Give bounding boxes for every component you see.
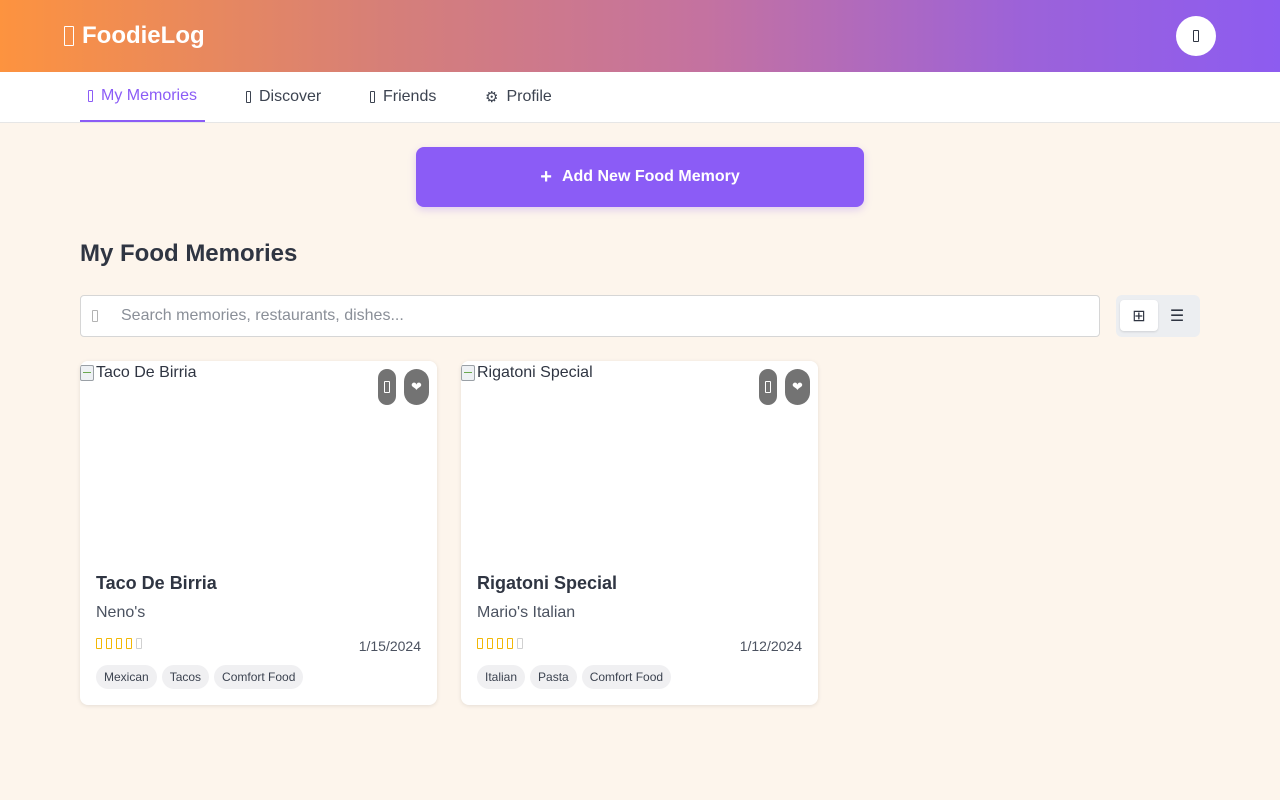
tag[interactable]: Italian <box>477 665 526 689</box>
favorite-button[interactable]: ❤ <box>404 369 429 405</box>
grid-view-button[interactable]: ⊞ <box>1120 300 1158 331</box>
grid-icon: ⊞ <box>1132 307 1146 325</box>
rating-stars <box>96 638 142 649</box>
search-icon <box>92 310 98 322</box>
restaurant-name: Mario's Italian <box>477 604 576 621</box>
user-icon <box>1193 30 1199 42</box>
heart-icon: ❤ <box>792 379 803 394</box>
tab-profile[interactable]: ⚙ Profile <box>477 72 560 122</box>
broken-image-icon <box>80 365 94 381</box>
tag[interactable]: Pasta <box>530 665 577 689</box>
gear-icon: ⚙ <box>485 89 499 106</box>
star-empty-icon <box>136 638 142 649</box>
rating-stars <box>477 638 523 649</box>
tab-my-memories[interactable]: My Memories <box>80 72 206 122</box>
heart-icon: ❤ <box>411 379 422 394</box>
add-memory-label: Add New Food Memory <box>561 168 740 185</box>
photo-button[interactable] <box>378 369 396 405</box>
restaurant-name: Neno's <box>96 604 146 621</box>
search-input[interactable] <box>121 296 1091 336</box>
memory-date: 1/12/2024 <box>739 638 802 654</box>
app-logo[interactable]: FoodieLog <box>64 22 205 50</box>
memory-date: 1/15/2024 <box>358 638 421 654</box>
search-bar <box>80 295 1100 337</box>
memory-title: Taco De Birria <box>96 573 217 593</box>
star-empty-icon <box>517 638 523 649</box>
star-icon <box>487 638 493 649</box>
tab-label: Friends <box>383 88 437 105</box>
tab-friends[interactable]: Friends <box>362 72 444 122</box>
star-icon <box>116 638 122 649</box>
tag[interactable]: Tacos <box>161 665 210 689</box>
star-icon <box>477 638 483 649</box>
users-icon <box>370 91 375 103</box>
tag[interactable]: Comfort Food <box>214 665 304 689</box>
user-menu-button[interactable] <box>1176 16 1216 56</box>
tab-discover[interactable]: Discover <box>238 72 329 122</box>
tag-list: Italian Pasta Comfort Food <box>477 665 672 689</box>
photo-button[interactable] <box>759 369 777 405</box>
star-icon <box>96 638 102 649</box>
star-icon <box>126 638 132 649</box>
main-nav: My Memories Discover Friends ⚙ Profile <box>0 72 1280 123</box>
broken-image-icon <box>461 365 475 381</box>
tag[interactable]: Mexican <box>96 665 157 689</box>
app-title: FoodieLog <box>82 22 205 49</box>
view-toggle: ⊞ ☰ <box>1116 295 1200 337</box>
broken-image-placeholder: Rigatoni Special <box>461 364 593 382</box>
memory-title: Rigatoni Special <box>477 573 618 593</box>
tag[interactable]: Comfort Food <box>581 665 672 689</box>
app-header: FoodieLog <box>0 0 1280 72</box>
camera-icon <box>765 381 771 393</box>
star-icon <box>497 638 503 649</box>
tab-label: Profile <box>506 88 552 105</box>
star-icon <box>106 638 112 649</box>
broken-image-placeholder: Taco De Birria <box>80 364 196 382</box>
memory-card[interactable]: Taco De Birria ❤ Taco De Birria Neno's 1… <box>80 361 437 705</box>
tab-label: My Memories <box>101 87 198 104</box>
star-icon <box>507 638 513 649</box>
list-view-button[interactable]: ☰ <box>1158 300 1196 331</box>
page-title: My Food Memories <box>80 240 298 267</box>
image-alt-text: Rigatoni Special <box>477 364 593 381</box>
food-icon <box>64 26 74 46</box>
compass-icon <box>246 91 251 103</box>
tab-label: Discover <box>259 88 322 105</box>
image-alt-text: Taco De Birria <box>96 364 197 381</box>
list-icon: ☰ <box>1169 307 1185 325</box>
camera-icon <box>384 381 390 393</box>
tag-list: Mexican Tacos Comfort Food <box>96 665 304 689</box>
memory-card[interactable]: Rigatoni Special ❤ Rigatoni Special Mari… <box>461 361 818 705</box>
plus-icon: + <box>540 166 552 188</box>
book-icon <box>88 90 93 102</box>
add-memory-button[interactable]: + Add New Food Memory <box>416 147 864 207</box>
favorite-button[interactable]: ❤ <box>785 369 810 405</box>
